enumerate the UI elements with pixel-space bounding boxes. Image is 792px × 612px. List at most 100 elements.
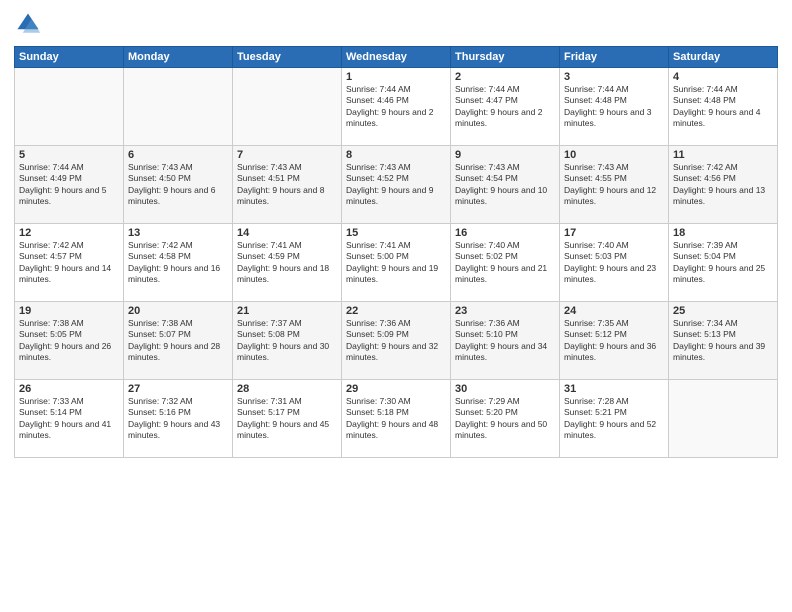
day-cell: 17Sunrise: 7:40 AM Sunset: 5:03 PM Dayli… xyxy=(560,224,669,302)
day-info: Sunrise: 7:37 AM Sunset: 5:08 PM Dayligh… xyxy=(237,318,337,364)
day-number: 3 xyxy=(564,71,664,83)
day-info: Sunrise: 7:44 AM Sunset: 4:46 PM Dayligh… xyxy=(346,84,446,130)
day-cell: 24Sunrise: 7:35 AM Sunset: 5:12 PM Dayli… xyxy=(560,302,669,380)
day-number: 26 xyxy=(19,383,119,395)
day-cell: 27Sunrise: 7:32 AM Sunset: 5:16 PM Dayli… xyxy=(124,380,233,458)
day-info: Sunrise: 7:36 AM Sunset: 5:10 PM Dayligh… xyxy=(455,318,555,364)
day-info: Sunrise: 7:28 AM Sunset: 5:21 PM Dayligh… xyxy=(564,396,664,442)
week-row-1: 1Sunrise: 7:44 AM Sunset: 4:46 PM Daylig… xyxy=(15,68,778,146)
day-number: 23 xyxy=(455,305,555,317)
day-number: 28 xyxy=(237,383,337,395)
day-info: Sunrise: 7:44 AM Sunset: 4:48 PM Dayligh… xyxy=(673,84,773,130)
day-number: 16 xyxy=(455,227,555,239)
day-info: Sunrise: 7:43 AM Sunset: 4:50 PM Dayligh… xyxy=(128,162,228,208)
day-number: 7 xyxy=(237,149,337,161)
day-number: 13 xyxy=(128,227,228,239)
logo xyxy=(14,10,46,38)
day-number: 14 xyxy=(237,227,337,239)
day-info: Sunrise: 7:30 AM Sunset: 5:18 PM Dayligh… xyxy=(346,396,446,442)
day-cell: 13Sunrise: 7:42 AM Sunset: 4:58 PM Dayli… xyxy=(124,224,233,302)
weekday-header-tuesday: Tuesday xyxy=(233,47,342,68)
day-cell xyxy=(233,68,342,146)
day-cell xyxy=(124,68,233,146)
day-number: 25 xyxy=(673,305,773,317)
weekday-header-wednesday: Wednesday xyxy=(342,47,451,68)
day-cell: 21Sunrise: 7:37 AM Sunset: 5:08 PM Dayli… xyxy=(233,302,342,380)
weekday-header-saturday: Saturday xyxy=(669,47,778,68)
day-number: 8 xyxy=(346,149,446,161)
week-row-3: 12Sunrise: 7:42 AM Sunset: 4:57 PM Dayli… xyxy=(15,224,778,302)
day-info: Sunrise: 7:44 AM Sunset: 4:48 PM Dayligh… xyxy=(564,84,664,130)
day-cell: 3Sunrise: 7:44 AM Sunset: 4:48 PM Daylig… xyxy=(560,68,669,146)
day-info: Sunrise: 7:42 AM Sunset: 4:58 PM Dayligh… xyxy=(128,240,228,286)
day-cell: 18Sunrise: 7:39 AM Sunset: 5:04 PM Dayli… xyxy=(669,224,778,302)
day-info: Sunrise: 7:38 AM Sunset: 5:05 PM Dayligh… xyxy=(19,318,119,364)
day-info: Sunrise: 7:44 AM Sunset: 4:47 PM Dayligh… xyxy=(455,84,555,130)
day-number: 9 xyxy=(455,149,555,161)
day-number: 17 xyxy=(564,227,664,239)
day-number: 18 xyxy=(673,227,773,239)
day-info: Sunrise: 7:43 AM Sunset: 4:54 PM Dayligh… xyxy=(455,162,555,208)
week-row-5: 26Sunrise: 7:33 AM Sunset: 5:14 PM Dayli… xyxy=(15,380,778,458)
day-info: Sunrise: 7:31 AM Sunset: 5:17 PM Dayligh… xyxy=(237,396,337,442)
day-number: 5 xyxy=(19,149,119,161)
day-cell: 30Sunrise: 7:29 AM Sunset: 5:20 PM Dayli… xyxy=(451,380,560,458)
day-number: 21 xyxy=(237,305,337,317)
day-number: 29 xyxy=(346,383,446,395)
day-info: Sunrise: 7:43 AM Sunset: 4:51 PM Dayligh… xyxy=(237,162,337,208)
day-cell: 23Sunrise: 7:36 AM Sunset: 5:10 PM Dayli… xyxy=(451,302,560,380)
day-cell: 29Sunrise: 7:30 AM Sunset: 5:18 PM Dayli… xyxy=(342,380,451,458)
day-cell: 6Sunrise: 7:43 AM Sunset: 4:50 PM Daylig… xyxy=(124,146,233,224)
day-cell: 19Sunrise: 7:38 AM Sunset: 5:05 PM Dayli… xyxy=(15,302,124,380)
day-info: Sunrise: 7:43 AM Sunset: 4:52 PM Dayligh… xyxy=(346,162,446,208)
day-info: Sunrise: 7:41 AM Sunset: 5:00 PM Dayligh… xyxy=(346,240,446,286)
day-cell: 25Sunrise: 7:34 AM Sunset: 5:13 PM Dayli… xyxy=(669,302,778,380)
day-number: 1 xyxy=(346,71,446,83)
weekday-header-friday: Friday xyxy=(560,47,669,68)
day-number: 10 xyxy=(564,149,664,161)
day-info: Sunrise: 7:39 AM Sunset: 5:04 PM Dayligh… xyxy=(673,240,773,286)
day-number: 2 xyxy=(455,71,555,83)
day-cell: 7Sunrise: 7:43 AM Sunset: 4:51 PM Daylig… xyxy=(233,146,342,224)
day-cell: 28Sunrise: 7:31 AM Sunset: 5:17 PM Dayli… xyxy=(233,380,342,458)
day-info: Sunrise: 7:32 AM Sunset: 5:16 PM Dayligh… xyxy=(128,396,228,442)
day-cell: 14Sunrise: 7:41 AM Sunset: 4:59 PM Dayli… xyxy=(233,224,342,302)
day-info: Sunrise: 7:40 AM Sunset: 5:02 PM Dayligh… xyxy=(455,240,555,286)
day-cell: 9Sunrise: 7:43 AM Sunset: 4:54 PM Daylig… xyxy=(451,146,560,224)
logo-icon xyxy=(14,10,42,38)
day-cell: 12Sunrise: 7:42 AM Sunset: 4:57 PM Dayli… xyxy=(15,224,124,302)
day-info: Sunrise: 7:40 AM Sunset: 5:03 PM Dayligh… xyxy=(564,240,664,286)
day-info: Sunrise: 7:34 AM Sunset: 5:13 PM Dayligh… xyxy=(673,318,773,364)
day-cell xyxy=(669,380,778,458)
day-number: 27 xyxy=(128,383,228,395)
day-cell: 15Sunrise: 7:41 AM Sunset: 5:00 PM Dayli… xyxy=(342,224,451,302)
day-number: 24 xyxy=(564,305,664,317)
weekday-header-sunday: Sunday xyxy=(15,47,124,68)
day-cell: 2Sunrise: 7:44 AM Sunset: 4:47 PM Daylig… xyxy=(451,68,560,146)
week-row-4: 19Sunrise: 7:38 AM Sunset: 5:05 PM Dayli… xyxy=(15,302,778,380)
day-cell: 4Sunrise: 7:44 AM Sunset: 4:48 PM Daylig… xyxy=(669,68,778,146)
day-info: Sunrise: 7:41 AM Sunset: 4:59 PM Dayligh… xyxy=(237,240,337,286)
day-cell: 8Sunrise: 7:43 AM Sunset: 4:52 PM Daylig… xyxy=(342,146,451,224)
day-info: Sunrise: 7:38 AM Sunset: 5:07 PM Dayligh… xyxy=(128,318,228,364)
day-info: Sunrise: 7:33 AM Sunset: 5:14 PM Dayligh… xyxy=(19,396,119,442)
day-cell: 31Sunrise: 7:28 AM Sunset: 5:21 PM Dayli… xyxy=(560,380,669,458)
day-cell: 1Sunrise: 7:44 AM Sunset: 4:46 PM Daylig… xyxy=(342,68,451,146)
day-cell xyxy=(15,68,124,146)
day-number: 22 xyxy=(346,305,446,317)
day-number: 20 xyxy=(128,305,228,317)
day-number: 6 xyxy=(128,149,228,161)
day-cell: 11Sunrise: 7:42 AM Sunset: 4:56 PM Dayli… xyxy=(669,146,778,224)
day-number: 12 xyxy=(19,227,119,239)
weekday-header-monday: Monday xyxy=(124,47,233,68)
day-number: 4 xyxy=(673,71,773,83)
day-info: Sunrise: 7:42 AM Sunset: 4:56 PM Dayligh… xyxy=(673,162,773,208)
day-number: 31 xyxy=(564,383,664,395)
day-number: 30 xyxy=(455,383,555,395)
day-cell: 26Sunrise: 7:33 AM Sunset: 5:14 PM Dayli… xyxy=(15,380,124,458)
page: SundayMondayTuesdayWednesdayThursdayFrid… xyxy=(0,0,792,612)
day-info: Sunrise: 7:35 AM Sunset: 5:12 PM Dayligh… xyxy=(564,318,664,364)
header xyxy=(14,10,778,38)
day-cell: 5Sunrise: 7:44 AM Sunset: 4:49 PM Daylig… xyxy=(15,146,124,224)
calendar-table: SundayMondayTuesdayWednesdayThursdayFrid… xyxy=(14,46,778,458)
